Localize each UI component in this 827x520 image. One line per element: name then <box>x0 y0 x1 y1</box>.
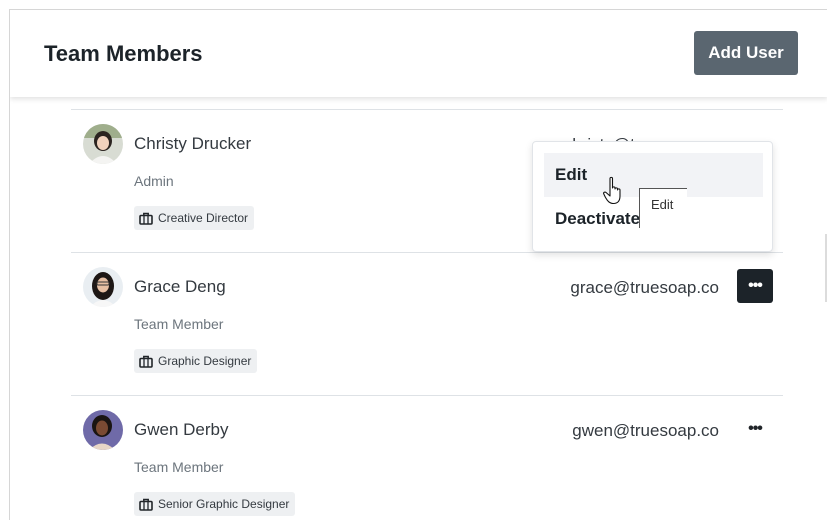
tooltip: Edit <box>639 188 687 228</box>
hand-cursor-icon <box>603 176 621 205</box>
job-title: Graphic Designer <box>158 354 252 368</box>
member-name: Christy Drucker <box>134 134 252 153</box>
job-title-badge: Creative Director <box>134 206 255 230</box>
more-options-button[interactable]: ••• <box>737 412 773 446</box>
team-members-panel: Team Members Add User Christy Drucker Ad… <box>9 9 827 520</box>
member-name: Gwen Derby <box>134 420 229 439</box>
briefcase-icon <box>139 212 153 225</box>
job-title: Senior Graphic Designer <box>158 497 290 511</box>
avatar <box>83 267 123 307</box>
avatar <box>83 124 123 164</box>
more-options-button[interactable]: ••• <box>737 269 773 303</box>
member-name: Grace Deng <box>134 277 226 296</box>
panel-header: Team Members Add User <box>10 10 827 97</box>
job-title-badge: Graphic Designer <box>134 349 258 373</box>
member-email: gwen@truesoap.co <box>572 421 719 440</box>
member-role: Team Member <box>134 316 224 332</box>
member-email: grace@truesoap.co <box>570 278 719 297</box>
job-title-badge: Senior Graphic Designer <box>134 492 296 516</box>
member-role: Team Member <box>134 459 224 475</box>
member-row-gwen: Gwen Derby Team Member Senior Graphic De… <box>71 395 783 520</box>
add-user-button[interactable]: Add User <box>694 31 798 75</box>
avatar <box>83 410 123 450</box>
member-role: Admin <box>134 173 174 189</box>
briefcase-icon <box>139 498 153 511</box>
briefcase-icon <box>139 355 153 368</box>
member-row-grace: Grace Deng Team Member Graphic Designer … <box>71 252 783 395</box>
job-title: Creative Director <box>158 211 249 225</box>
tooltip-text: Edit <box>651 197 674 212</box>
page-title: Team Members <box>44 41 203 66</box>
